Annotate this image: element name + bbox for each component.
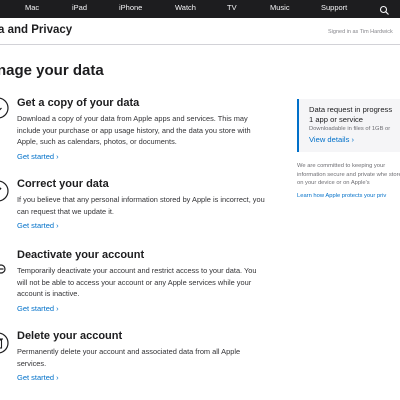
data-request-subtext: Downloadable in files of 1GB or — [309, 126, 391, 132]
nav-item-mac[interactable]: Mac — [25, 3, 39, 12]
option-description: Permanently delete your account and asso… — [17, 347, 241, 368]
download-icon — [0, 97, 9, 119]
view-details-link[interactable]: View details › — [309, 135, 354, 144]
option-description: Download a copy of your data from Apple … — [17, 114, 251, 146]
nav-item-watch[interactable]: Watch — [175, 3, 196, 12]
option-title: Get a copy of your data — [17, 97, 140, 109]
nav-item-music[interactable]: Music — [270, 3, 290, 12]
global-nav: Mac iPad iPhone Watch TV Music Support — [0, 0, 400, 18]
data-request-card: Data request in progress 1 app or servic… — [297, 99, 400, 152]
option-title: Delete your account — [17, 330, 123, 342]
get-started-link[interactable]: Get started › — [17, 221, 59, 230]
signed-in-text: Signed in as Tim Hardwick — [328, 29, 393, 35]
nav-item-ipad[interactable]: iPad — [72, 3, 87, 12]
page-title: nage your data — [0, 62, 104, 79]
nav-item-tv[interactable]: TV — [227, 3, 237, 12]
get-started-link[interactable]: Get started › — [17, 152, 59, 161]
get-started-link[interactable]: Get started › — [17, 304, 59, 313]
nav-item-support[interactable]: Support — [321, 3, 347, 12]
data-request-title: Data request in progress — [309, 105, 393, 114]
search-icon[interactable] — [379, 3, 390, 15]
option-title: Correct your data — [17, 178, 109, 190]
privacy-note: We are committed to keeping your informa… — [297, 163, 400, 186]
get-started-link[interactable]: Get started › — [17, 373, 59, 382]
sub-header: a and Privacy Signed in as Tim Hardwick — [0, 18, 400, 45]
trash-icon — [0, 332, 9, 354]
pencil-icon — [0, 180, 9, 202]
data-request-count: 1 app or service — [309, 115, 364, 124]
option-title: Deactivate your account — [17, 249, 145, 261]
learn-privacy-link[interactable]: Learn how Apple protects your priv — [297, 193, 386, 199]
option-description: Temporarily deactivate your account and … — [17, 266, 257, 298]
option-description: If you believe that any personal informa… — [17, 195, 265, 216]
section-title: a and Privacy — [0, 24, 73, 36]
deactivate-icon — [0, 261, 6, 274]
nav-item-iphone[interactable]: iPhone — [119, 3, 142, 12]
